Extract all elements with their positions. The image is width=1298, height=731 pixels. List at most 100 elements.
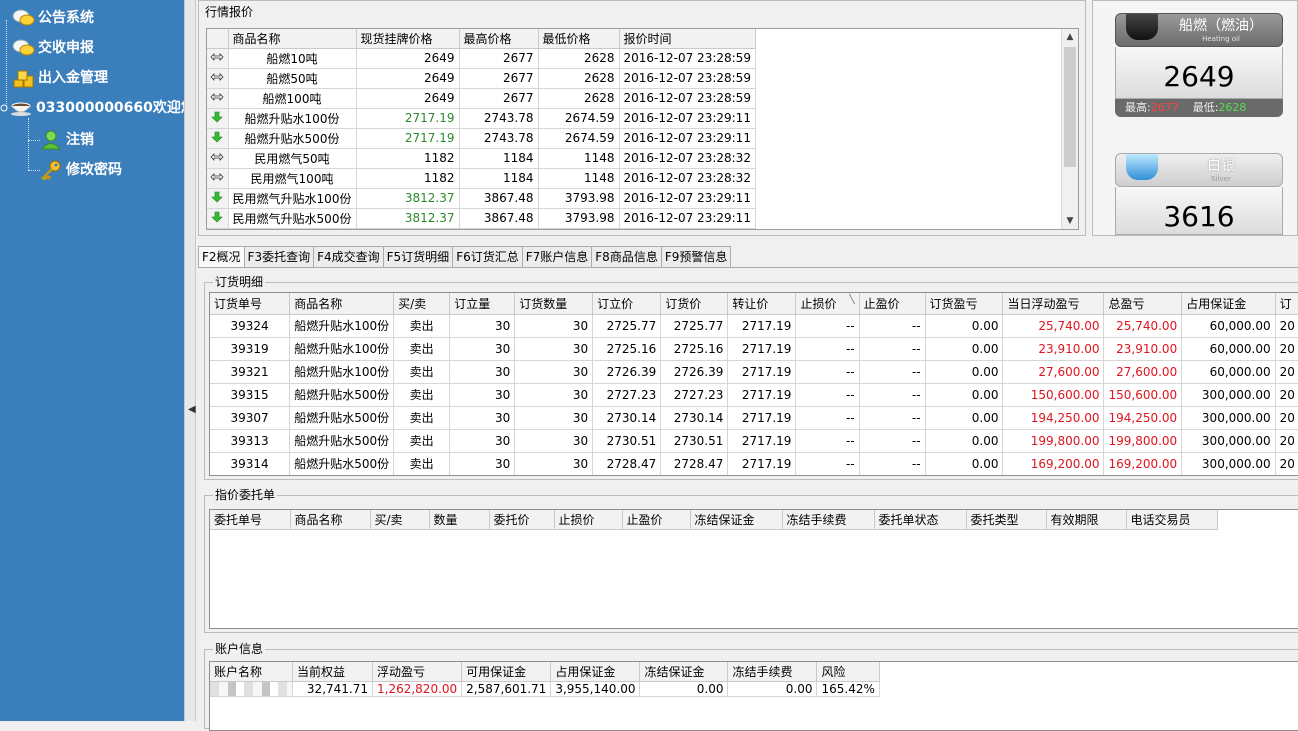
quote-row[interactable]: 船燃升贴水100份 2717.19 2743.78 2674.59 2016-12-07… bbox=[207, 108, 756, 129]
quote-row[interactable]: 船燃升贴水500份 2717.19 2743.78 2674.59 2016-12-07… bbox=[207, 128, 756, 149]
collapse-arrow-icon[interactable]: ◀ bbox=[188, 404, 196, 415]
order-row[interactable]: 39315 船燃升贴水500份 卖出 30 30 2727.23 2727.23 2717.1… bbox=[210, 383, 1298, 407]
column-header[interactable]: 数量 bbox=[429, 510, 490, 530]
quote-price-cell: 1182 bbox=[356, 148, 460, 169]
column-header[interactable]: 可用保证金 bbox=[461, 662, 552, 682]
tab-overview[interactable]: F2概况 bbox=[198, 246, 245, 269]
quote-row[interactable]: 民用燃气50吨 1182 1184 1148 2016-12-07 23:28:32 bbox=[207, 148, 756, 169]
card-high-label: 最高: bbox=[1125, 101, 1151, 114]
quote-scrollbar[interactable]: ▲ ▼ bbox=[1061, 29, 1078, 229]
column-header[interactable]: 风险 bbox=[816, 662, 880, 682]
order-order-cell: 2728.47 bbox=[660, 452, 729, 475]
nav-item-change-password[interactable]: 修改密码 bbox=[40, 158, 122, 182]
account-frozen-margin-cell: 0.00 bbox=[639, 681, 729, 697]
column-header[interactable]: 有效期限 bbox=[1046, 510, 1127, 530]
nav-item-user-welcome[interactable]: 033000000660欢迎您 bbox=[0, 96, 195, 120]
splitter[interactable]: ◀ bbox=[184, 0, 196, 721]
commodity-card-heating-oil[interactable]: 船燃（燃油） Heating oil 2649 最高:2677 最低:2628 bbox=[1115, 13, 1283, 117]
column-header[interactable]: 冻结保证金 bbox=[690, 510, 783, 530]
order-row[interactable]: 39313 船燃升贴水500份 卖出 30 30 2730.51 2730.51 2717.1… bbox=[210, 429, 1298, 453]
quote-row[interactable]: 船燃10吨 2649 2677 2628 2016-12-07 23:28:59 bbox=[207, 48, 756, 69]
tab-order-details[interactable]: F5订货明细 bbox=[382, 246, 454, 268]
nav-item-logout[interactable]: 注销 bbox=[40, 128, 94, 152]
column-header[interactable]: 总盈亏 bbox=[1103, 293, 1183, 315]
column-header[interactable]: 当日浮动盈亏 bbox=[1002, 293, 1105, 315]
scroll-down-icon[interactable]: ▼ bbox=[1062, 213, 1078, 229]
order-last-cell: 20 bbox=[1275, 314, 1298, 338]
order-row[interactable]: 39314 船燃升贴水500份 卖出 30 30 2728.47 2728.47 2717.1… bbox=[210, 452, 1298, 475]
quote-panel-title: 行情报价 bbox=[205, 5, 254, 19]
column-header[interactable]: 止损价 ╲ bbox=[795, 293, 860, 315]
scroll-thumb[interactable] bbox=[1064, 47, 1076, 167]
limit-orders-table-frame: 委托单号 商品名称 买/卖 数量 委托价 止损价 止盈价 冻结保证金 冻结手续费 委托单状态 委托类… bbox=[209, 509, 1298, 629]
quote-time-cell: 2016-12-07 23:29:11 bbox=[619, 188, 756, 209]
quote-column-header[interactable]: 商品名称 bbox=[228, 29, 357, 49]
order-row[interactable]: 39307 船燃升贴水500份 卖出 30 30 2730.14 2730.14 2717.1… bbox=[210, 406, 1298, 430]
column-header[interactable]: 冻结保证金 bbox=[639, 662, 729, 682]
limit-orders-group: 指价委托单 委托单号 商品名称 买/卖 数量 委托价 止损价 止盈价 冻结保证金 冻结手续费 委托… bbox=[204, 488, 1298, 633]
order-row[interactable]: 39321 船燃升贴水100份 卖出 30 30 2726.39 2726.39 2717.1… bbox=[210, 360, 1298, 384]
column-header[interactable]: 订货盈亏 bbox=[925, 293, 1004, 315]
column-header[interactable]: 电话交易员 bbox=[1126, 510, 1218, 530]
column-header[interactable]: 订货价 bbox=[660, 293, 729, 315]
quote-column-header[interactable]: 最高价格 bbox=[459, 29, 539, 49]
column-header[interactable]: 冻结手续费 bbox=[727, 662, 818, 682]
column-header[interactable]: 占用保证金 bbox=[1181, 293, 1276, 315]
order-row[interactable]: 39324 船燃升贴水100份 卖出 30 30 2725.77 2725.77 2717.1… bbox=[210, 314, 1298, 338]
quote-row[interactable]: 船燃50吨 2649 2677 2628 2016-12-07 23:28:59 bbox=[207, 68, 756, 89]
tab-trade-query[interactable]: F4成交查询 bbox=[313, 246, 384, 268]
nav-item-delivery-declaration[interactable]: 交收申报 bbox=[12, 36, 94, 60]
tab-order-query[interactable]: F3委托查询 bbox=[243, 246, 315, 268]
column-header[interactable]: 委托价 bbox=[489, 510, 555, 530]
commodity-card-silver[interactable]: 白银 Silver 3616 bbox=[1115, 153, 1283, 235]
column-header[interactable]: 商品名称 bbox=[290, 510, 371, 530]
nav-item-announcements[interactable]: 公告系统 bbox=[12, 6, 94, 30]
column-header[interactable]: 订货数量 bbox=[514, 293, 594, 315]
quote-low-cell: 1148 bbox=[538, 148, 620, 169]
order-row[interactable]: 39319 船燃升贴水100份 卖出 30 30 2725.16 2725.16 2717.1… bbox=[210, 337, 1298, 361]
account-row[interactable]: 32,741.71 1,262,820.00 2,587,601.71 3,95… bbox=[210, 681, 880, 697]
column-header[interactable]: 转让价 bbox=[727, 293, 797, 315]
column-header[interactable]: 占用保证金 bbox=[550, 662, 641, 682]
nav-item-funds-management[interactable]: 出入金管理 bbox=[12, 66, 108, 90]
speech-bubbles-icon bbox=[12, 8, 35, 28]
column-header[interactable]: 止盈价 bbox=[859, 293, 926, 315]
quote-row[interactable]: 民用燃气升贴水100份 3812.37 3867.48 3793.98 2016-12-… bbox=[207, 188, 756, 209]
quote-column-header[interactable]: 现货挂牌价格 bbox=[356, 29, 460, 49]
column-header[interactable]: 订立量 bbox=[449, 293, 516, 315]
tab-commodity-info[interactable]: F8商品信息 bbox=[591, 246, 662, 268]
quote-column-header[interactable]: 最低价格 bbox=[538, 29, 620, 49]
tab-order-summary[interactable]: F6订货汇总 bbox=[452, 246, 523, 268]
column-header[interactable]: 订立价 bbox=[592, 293, 662, 315]
quote-row[interactable]: 船燃100吨 2649 2677 2628 2016-12-07 23:28:59 bbox=[207, 88, 756, 109]
order-last-cell: 20 bbox=[1275, 383, 1298, 407]
column-header[interactable]: 止损价 bbox=[554, 510, 623, 530]
quote-row[interactable]: 民用燃气升贴水500份 3812.37 3867.48 3793.98 2016-12-… bbox=[207, 208, 756, 229]
scroll-up-icon[interactable]: ▲ bbox=[1062, 29, 1078, 45]
tab-alerts[interactable]: F9预警信息 bbox=[660, 246, 732, 268]
column-header[interactable]: 冻结手续费 bbox=[782, 510, 875, 530]
order-qty1-cell: 30 bbox=[449, 429, 516, 453]
quote-column-header[interactable] bbox=[207, 29, 229, 49]
column-header[interactable]: 委托单状态 bbox=[874, 510, 967, 530]
quote-time-cell: 2016-12-07 23:29:11 bbox=[619, 128, 756, 149]
column-header[interactable]: 订 bbox=[1275, 293, 1298, 315]
column-header[interactable]: 委托单号 bbox=[210, 510, 291, 530]
column-header[interactable]: 商品名称 bbox=[289, 293, 395, 315]
column-header[interactable]: 订货单号 bbox=[210, 293, 291, 315]
quote-row[interactable]: 民用燃气100吨 1182 1184 1148 2016-12-07 23:28:32 bbox=[207, 168, 756, 189]
order-qty1-cell: 30 bbox=[449, 406, 516, 430]
column-header[interactable]: 委托类型 bbox=[966, 510, 1047, 530]
column-header[interactable]: 止盈价 bbox=[622, 510, 691, 530]
order-side-cell: 卖出 bbox=[393, 314, 451, 338]
order-order-cell: 2726.39 bbox=[660, 360, 729, 384]
column-header[interactable]: 当前权益 bbox=[292, 662, 373, 682]
column-header[interactable]: 账户名称 bbox=[210, 662, 293, 682]
account-available-cell: 2,587,601.71 bbox=[461, 681, 552, 697]
column-header[interactable]: 买/卖 bbox=[370, 510, 430, 530]
column-header[interactable]: 买/卖 bbox=[393, 293, 451, 315]
column-header[interactable]: 浮动盈亏 bbox=[372, 662, 463, 682]
quote-column-header[interactable]: 报价时间 bbox=[619, 29, 756, 49]
tab-account-info[interactable]: F7账户信息 bbox=[521, 246, 593, 268]
nav-label: 交收申报 bbox=[38, 40, 94, 56]
